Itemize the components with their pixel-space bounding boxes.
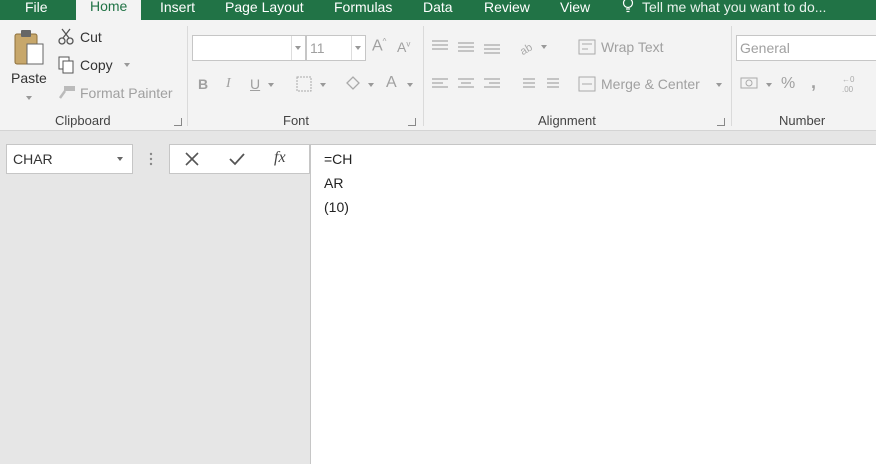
ribbon-tab-bar: File Home Insert Page Layout Formulas Da… [0, 0, 876, 20]
group-divider [731, 26, 732, 126]
copy-icon [58, 56, 74, 74]
drag-handle-icon[interactable] [148, 151, 154, 167]
svg-text:ab: ab [518, 41, 535, 56]
tab-file[interactable]: File [25, 0, 48, 17]
group-divider [423, 26, 424, 126]
font-size-input[interactable]: 11 [306, 35, 366, 61]
formula-line: (10) [324, 199, 349, 215]
chevron-down-icon[interactable] [716, 83, 722, 87]
underline-button[interactable]: U [250, 76, 260, 92]
paste-dropdown-caret[interactable] [26, 96, 32, 100]
formula-line: =CH [324, 151, 353, 167]
paintbrush-icon [58, 86, 75, 99]
borders-icon[interactable] [296, 76, 312, 92]
tab-view[interactable]: View [560, 0, 590, 17]
clipboard-group-label: Clipboard [55, 113, 111, 128]
bold-button[interactable]: B [198, 76, 208, 92]
check-icon[interactable] [228, 151, 246, 167]
wrap-text-button[interactable]: Wrap Text [601, 39, 664, 55]
chevron-down-icon[interactable] [268, 83, 274, 87]
decrease-font-size-button[interactable]: Av [397, 39, 410, 55]
chevron-down-icon[interactable] [766, 83, 772, 87]
horizontal-align-icons[interactable] [431, 76, 507, 92]
formula-line: AR [324, 175, 344, 191]
fill-color-icon[interactable] [344, 74, 362, 92]
cut-button[interactable]: Cut [80, 29, 102, 45]
font-dialog-launcher[interactable] [408, 118, 416, 126]
scissors-icon [58, 28, 74, 45]
font-group-label: Font [283, 113, 310, 128]
copy-button[interactable]: Copy [80, 57, 113, 73]
chevron-down-icon[interactable] [117, 157, 123, 161]
currency-icon[interactable] [740, 75, 758, 91]
formula-buttons: fx [169, 144, 310, 174]
number-format-select[interactable]: General [736, 35, 876, 61]
orientation-icon[interactable]: ab [518, 38, 536, 56]
paste-button[interactable]: Paste [11, 70, 47, 86]
tab-home[interactable]: Home [76, 0, 142, 20]
format-painter-button[interactable]: Format Painter [80, 85, 173, 101]
number-group-label: Number [779, 113, 826, 128]
lightbulb-icon [622, 0, 634, 13]
formula-input[interactable]: =CH AR (10) [310, 144, 876, 464]
increase-decimal-icon[interactable]: ←0 .00 [840, 74, 860, 94]
font-name-input[interactable] [192, 35, 306, 61]
chevron-down-icon[interactable] [355, 46, 361, 50]
comma-button[interactable]: , [811, 72, 816, 93]
chevron-down-icon[interactable] [368, 83, 374, 87]
clipboard-dialog-launcher[interactable] [174, 118, 182, 126]
merge-center-button[interactable]: Merge & Center [601, 76, 700, 92]
tab-formulas[interactable]: Formulas [334, 0, 392, 17]
copy-dropdown-caret[interactable] [124, 63, 130, 67]
group-divider [187, 26, 188, 126]
merge-center-icon [578, 76, 596, 92]
svg-text:.00: .00 [842, 85, 854, 94]
increase-font-size-button[interactable]: A^ [372, 37, 386, 55]
chevron-down-icon[interactable] [320, 83, 326, 87]
indent-icons[interactable] [517, 76, 565, 92]
cancel-x-icon[interactable] [184, 151, 200, 167]
tell-me-search[interactable]: Tell me what you want to do... [642, 0, 826, 17]
tab-review[interactable]: Review [484, 0, 530, 17]
chevron-down-icon[interactable] [295, 46, 301, 50]
svg-text:←0: ←0 [842, 75, 855, 84]
vertical-align-icons[interactable] [431, 39, 507, 55]
tab-page-layout[interactable]: Page Layout [225, 0, 304, 17]
wrap-text-icon [578, 39, 596, 55]
ribbon: Paste Cut Copy Format Painter Clipboard [0, 20, 876, 131]
clipboard-paste-icon[interactable] [13, 28, 47, 68]
alignment-group-label: Alignment [538, 113, 596, 128]
insert-function-button[interactable]: fx [274, 149, 286, 167]
percent-button[interactable]: % [781, 75, 795, 93]
tab-insert[interactable]: Insert [160, 0, 195, 17]
name-box[interactable]: CHAR [6, 144, 133, 174]
font-color-button[interactable]: A [386, 74, 397, 92]
italic-button[interactable]: I [226, 76, 231, 92]
tab-data[interactable]: Data [423, 0, 453, 17]
alignment-dialog-launcher[interactable] [717, 118, 725, 126]
chevron-down-icon[interactable] [541, 45, 547, 49]
chevron-down-icon[interactable] [407, 83, 413, 87]
